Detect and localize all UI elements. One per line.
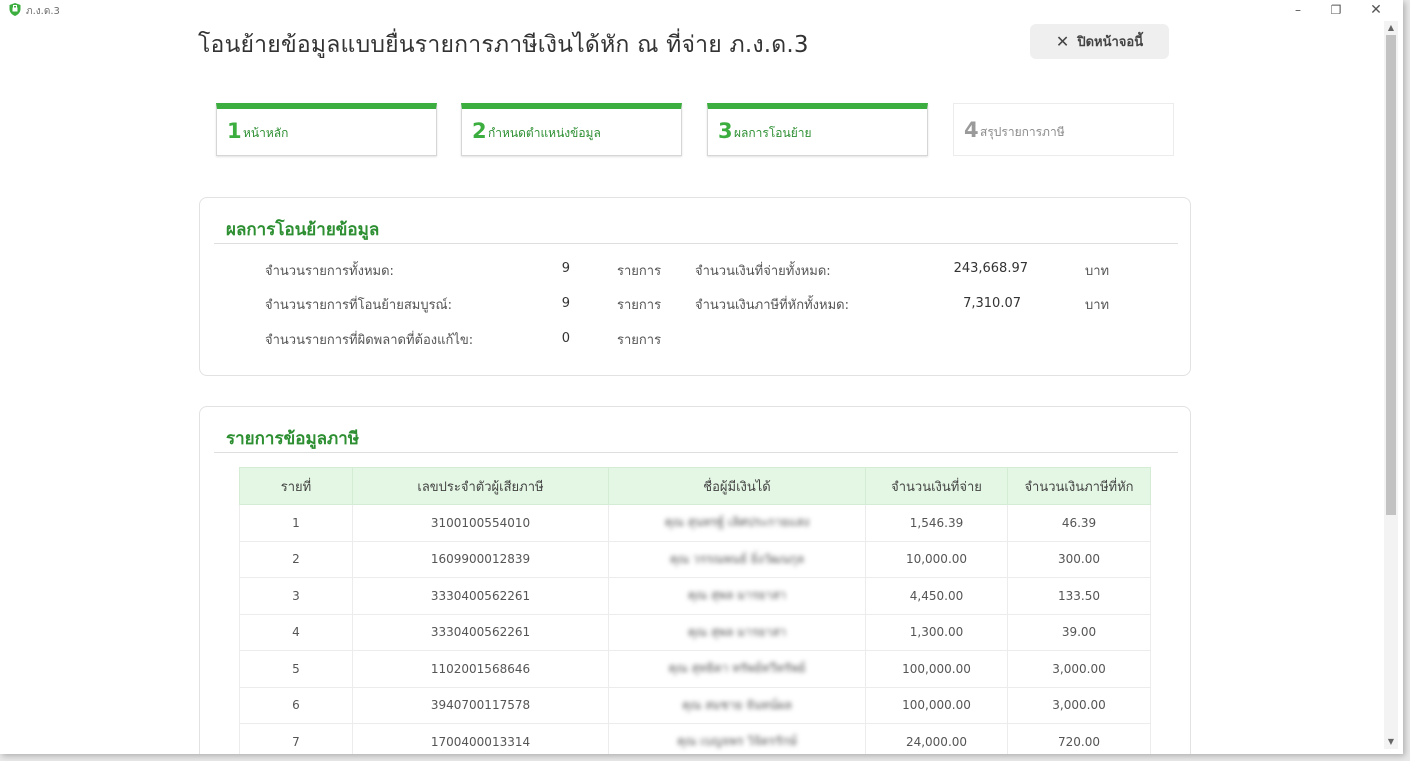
table-row[interactable]: 5 1102001568646 คุณ สุทธิดา ทรัพย์ทวีทรั…: [239, 650, 1151, 688]
divider: [214, 452, 1178, 453]
cell-paid: 4,450.00: [865, 577, 1008, 615]
cell-no: 2: [239, 540, 353, 578]
vertical-scrollbar[interactable]: ▲ ▼: [1384, 21, 1398, 749]
close-page-button[interactable]: ✕ ปิดหน้าจอนี้: [1030, 24, 1169, 59]
cell-name: คุณ สมชาย จันทน์ผล: [608, 686, 866, 724]
complete-items-unit: รายการ: [617, 298, 662, 313]
complete-items-value: 9: [561, 296, 570, 311]
cell-name: คุณ วรรณพนธ์ ยิ่งวัฒนกุล: [608, 540, 866, 578]
close-icon: ✕: [1055, 32, 1070, 51]
cell-name: คุณ เบญจพร วิจิตรรักษ์: [608, 723, 866, 754]
column-header-name: ชื่อผู้มีเงินได้: [608, 467, 866, 505]
step-label: กำหนดตำแหน่งข้อมูล: [488, 126, 601, 140]
close-page-label: ปิดหน้าจอนี้: [1077, 35, 1144, 50]
tax-data-table: รายที่ เลขประจำตัวผู้เสียภาษี ชื่อผู้มีเ…: [239, 467, 1151, 754]
wizard-steps: 1 หน้าหลัก 2 กำหนดตำแหน่งข้อมูล 3 ผลการโ…: [216, 103, 1176, 157]
step-data-mapping[interactable]: 2 กำหนดตำแหน่งข้อมูล: [461, 103, 682, 156]
cell-tax-id: 1609900012839: [352, 540, 609, 578]
tax-list-card: รายการข้อมูลภาษี รายที่ เลขประจำตัวผู้เส…: [199, 406, 1191, 754]
total-tax-label: จำนวนเงินภาษีที่หักทั้งหมด:: [695, 298, 849, 313]
total-items-value: 9: [561, 261, 570, 276]
error-items-value: 0: [561, 331, 570, 346]
cell-tax: 3,000.00: [1007, 686, 1151, 724]
cell-tax-id: 3940700117578: [352, 686, 609, 724]
cell-paid: 1,546.39: [865, 504, 1008, 542]
error-items-label: จำนวนรายการที่ผิดพลาดที่ต้องแก้ไข:: [265, 333, 474, 348]
step-home[interactable]: 1 หน้าหลัก: [216, 103, 437, 156]
step-label: หน้าหลัก: [243, 126, 289, 140]
cell-name: คุณ สุพล มารยาสา: [608, 613, 866, 651]
total-items-unit: รายการ: [617, 264, 662, 279]
column-header-paid: จำนวนเงินที่จ่าย: [865, 467, 1008, 505]
cell-tax: 3,000.00: [1007, 650, 1151, 688]
cell-name: คุณ สุพล มารยาสา: [608, 577, 866, 615]
table-row[interactable]: 2 1609900012839 คุณ วรรณพนธ์ ยิ่งวัฒนกุล…: [239, 540, 1151, 578]
error-items-unit: รายการ: [617, 333, 662, 348]
minimize-button[interactable]: –: [1278, 0, 1318, 20]
cell-no: 3: [239, 577, 353, 615]
transfer-summary-card: ผลการโอนย้ายข้อมูล จำนวนรายการทั้งหมด: 9…: [199, 197, 1191, 376]
tax-list-title: รายการข้อมูลภาษี: [226, 429, 360, 449]
cell-no: 6: [239, 686, 353, 724]
cell-tax: 39.00: [1007, 613, 1151, 651]
step-number: 1: [227, 119, 242, 143]
cell-no: 4: [239, 613, 353, 651]
total-paid-label: จำนวนเงินที่จ่ายทั้งหมด:: [695, 264, 831, 279]
step-label: สรุปรายการภาษี: [980, 125, 1065, 139]
column-header-no: รายที่: [239, 467, 353, 505]
cell-tax-id: 3330400562261: [352, 577, 609, 615]
total-tax-value: 7,310.07: [963, 296, 1021, 311]
step-number: 4: [964, 118, 979, 142]
table-row[interactable]: 6 3940700117578 คุณ สมชาย จันทน์ผล 100,0…: [239, 686, 1151, 724]
scroll-down-icon[interactable]: ▼: [1384, 735, 1398, 749]
cell-tax: 46.39: [1007, 504, 1151, 542]
cell-tax-id: 3330400562261: [352, 613, 609, 651]
total-paid-unit: บาท: [1085, 264, 1110, 279]
cell-paid: 10,000.00: [865, 540, 1008, 578]
cell-paid: 100,000.00: [865, 686, 1008, 724]
scroll-thumb[interactable]: [1386, 35, 1396, 515]
cell-tax: 300.00: [1007, 540, 1151, 578]
scroll-up-icon[interactable]: ▲: [1384, 21, 1398, 35]
cell-no: 5: [239, 650, 353, 688]
cell-paid: 100,000.00: [865, 650, 1008, 688]
step-transfer-result[interactable]: 3 ผลการโอนย้าย: [707, 103, 928, 156]
table-row[interactable]: 1 3100100554010 คุณ สุนทรฐ์ เลิศประกายแส…: [239, 504, 1151, 542]
cell-tax-id: 3100100554010: [352, 504, 609, 542]
cell-paid: 24,000.00: [865, 723, 1008, 754]
cell-no: 1: [239, 504, 353, 542]
step-tax-summary[interactable]: 4 สรุปรายการภาษี: [953, 103, 1174, 156]
cell-tax: 720.00: [1007, 723, 1151, 754]
cell-no: 7: [239, 723, 353, 754]
complete-items-label: จำนวนรายการที่โอนย้ายสมบูรณ์:: [265, 298, 453, 313]
cell-tax-id: 1700400013314: [352, 723, 609, 754]
table-row[interactable]: 3 3330400562261 คุณ สุพล มารยาสา 4,450.0…: [239, 577, 1151, 615]
total-tax-unit: บาท: [1085, 298, 1110, 313]
app-window: ภ.ง.ด.3 – ❐ ✕ ▲ ▼ โอนย้ายข้อมูลแบบยื่นรา…: [0, 0, 1403, 754]
cell-tax-id: 1102001568646: [352, 650, 609, 688]
table-row[interactable]: 4 3330400562261 คุณ สุพล มารยาสา 1,300.0…: [239, 613, 1151, 651]
total-items-label: จำนวนรายการทั้งหมด:: [265, 264, 394, 279]
shield-icon: [9, 3, 21, 16]
cell-paid: 1,300.00: [865, 613, 1008, 651]
divider: [214, 243, 1178, 244]
column-header-tax-id: เลขประจำตัวผู้เสียภาษี: [352, 467, 609, 505]
restore-button[interactable]: ❐: [1316, 0, 1356, 20]
title-bar: ภ.ง.ด.3 – ❐ ✕: [0, 0, 1403, 22]
table-header-row: รายที่ เลขประจำตัวผู้เสียภาษี ชื่อผู้มีเ…: [239, 467, 1151, 505]
app-name: ภ.ง.ด.3: [26, 6, 60, 17]
step-number: 3: [718, 119, 733, 143]
cell-name: คุณ สุทธิดา ทรัพย์ทวีทรัพย์: [608, 650, 866, 688]
column-header-tax: จำนวนเงินภาษีที่หัก: [1007, 467, 1151, 505]
window-close-button[interactable]: ✕: [1356, 0, 1396, 20]
total-paid-value: 243,668.97: [953, 261, 1028, 276]
step-label: ผลการโอนย้าย: [734, 126, 812, 140]
page-title: โอนย้ายข้อมูลแบบยื่นรายการภาษีเงินได้หัก…: [198, 32, 809, 58]
cell-tax: 133.50: [1007, 577, 1151, 615]
cell-name: คุณ สุนทรฐ์ เลิศประกายแสง: [608, 504, 866, 542]
summary-title: ผลการโอนย้ายข้อมูล: [226, 220, 380, 240]
table-row[interactable]: 7 1700400013314 คุณ เบญจพร วิจิตรรักษ์ 2…: [239, 723, 1151, 754]
step-number: 2: [472, 119, 487, 143]
